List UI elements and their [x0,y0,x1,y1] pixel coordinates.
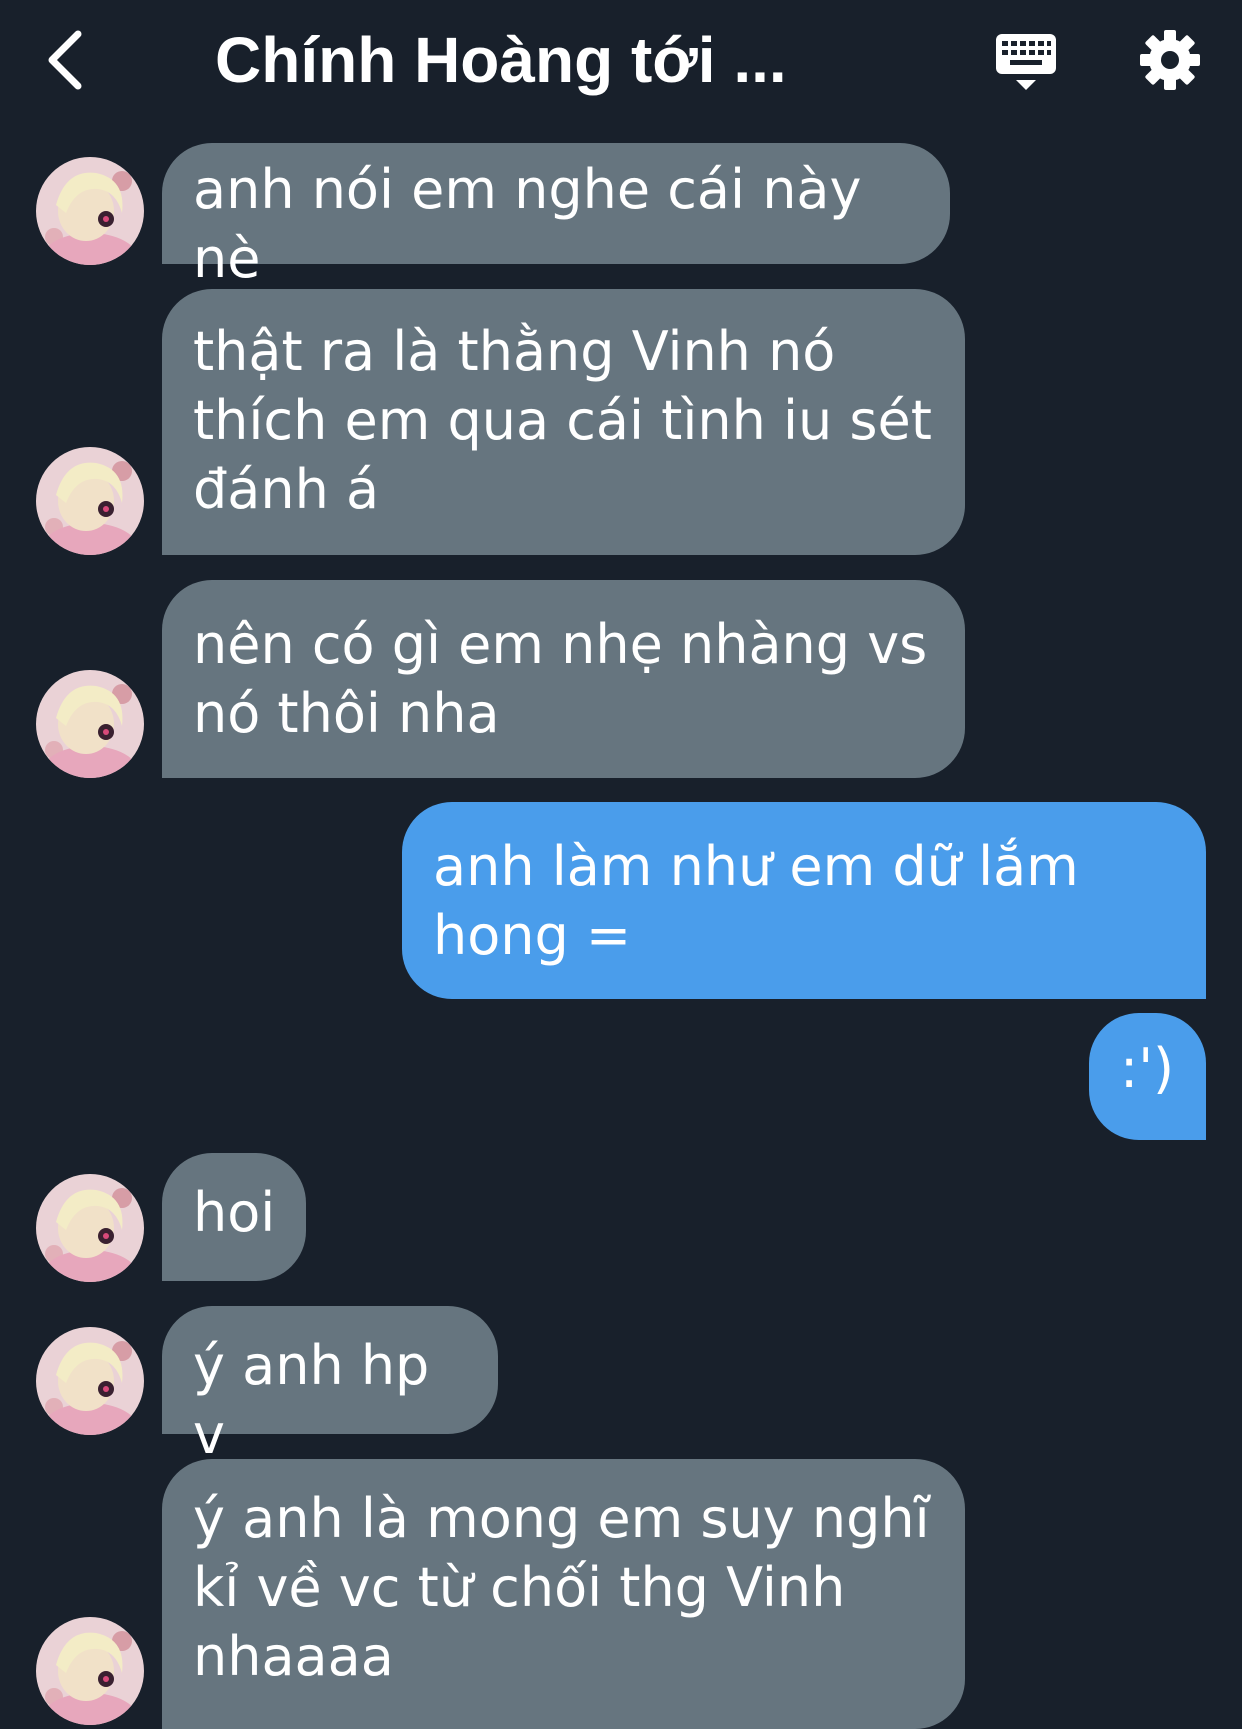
avatar[interactable] [36,1327,144,1435]
outgoing-message-bubble[interactable]: anh làm như em dữ lắm hong = [402,802,1206,999]
back-button[interactable] [40,22,100,98]
avatar[interactable] [36,1174,144,1282]
incoming-message-bubble[interactable]: thật ra là thằng Vinh nó thích em qua cá… [162,289,965,555]
chat-header: Chính Hoàng tới ... [0,0,1242,130]
incoming-message-bubble[interactable]: hoi [162,1153,306,1281]
outgoing-message-bubble[interactable]: :') [1089,1013,1206,1140]
settings-button[interactable] [1138,28,1202,92]
avatar-photo-icon [36,1174,144,1282]
avatar-photo-icon [36,1617,144,1725]
avatar[interactable] [36,447,144,555]
avatar[interactable] [36,1617,144,1725]
incoming-message-bubble[interactable]: ý anh hp v [162,1306,498,1466]
incoming-message-bubble[interactable]: nên có gì em nhẹ nhàng vs nó thôi nha [162,580,965,778]
avatar-photo-icon [36,1327,144,1435]
avatar[interactable] [36,670,144,778]
keyboard-button[interactable] [990,28,1062,98]
gear-icon [1140,30,1200,90]
incoming-message-bubble[interactable]: ý anh là mong em suy nghĩ kỉ về vc từ ch… [162,1459,965,1729]
avatar-photo-icon [36,447,144,555]
chevron-left-icon [48,30,82,90]
avatar-photo-icon [36,670,144,778]
incoming-message-bubble[interactable]: anh nói em nghe cái này nè [162,143,950,290]
avatar[interactable] [36,157,144,265]
keyboard-icon [996,34,1056,90]
conversation-title[interactable]: Chính Hoàng tới ... [215,22,855,98]
avatar-photo-icon [36,157,144,265]
